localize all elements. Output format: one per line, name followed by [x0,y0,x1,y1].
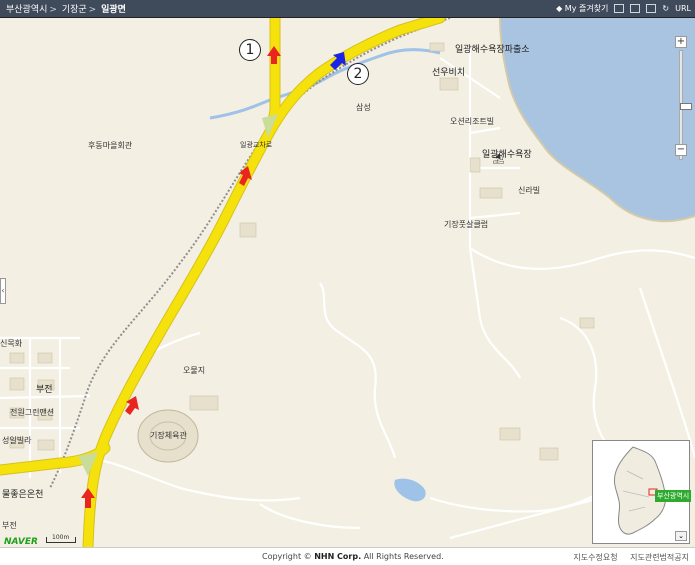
top-bar: 부산광역시 > 기장군 > 일광면 ◆ My 즐겨찾기 ↻ URL [0,0,695,18]
overview-minimap[interactable]: 부산광역시 ⌄ [592,440,692,544]
zoom-slider-handle[interactable] [680,103,692,110]
place-sinmokhwa[interactable]: 신목화 [0,338,22,349]
footer-links: 지도수정요청 지도관련법적공지 [563,552,689,563]
place-bujeon-1[interactable]: 부전 [36,382,53,395]
favorites-button[interactable]: ◆ My 즐겨찾기 [556,3,608,14]
place-oljji[interactable]: 오물지 [183,365,205,376]
legal-notice-link[interactable]: 지도관련법적공지 [630,553,689,562]
side-panel-toggle[interactable]: ‹ [0,278,6,304]
breadcrumb-item-busan[interactable]: 부산광역시 [6,5,47,15]
place-mulgoleun[interactable]: 물좋은온천 [2,487,43,500]
pond [394,478,426,502]
refresh-icon[interactable]: ↻ [662,4,669,13]
print-icon[interactable] [614,4,625,13]
place-seongil-villa[interactable]: 성일빌라 [2,435,31,446]
place-ocean-resort[interactable]: 오션리조트빌 [450,116,494,127]
toolbar: ◆ My 즐겨찾기 ↻ URL [556,2,691,15]
copyright-suffix: All Rights Reserved. [363,552,444,561]
company-name: NHN Corp. [314,552,362,561]
favorites-label: My 즐겨찾기 [564,4,609,13]
map-edit-request-link[interactable]: 지도수정요청 [573,553,617,562]
copyright-prefix: Copyright © [262,552,312,561]
place-gijang-sports-club[interactable]: 기장풋살클럽 [444,219,488,230]
footer: Copyright © NHN Corp. All Rights Reserve… [0,547,695,565]
naver-logo: NAVER [4,537,38,547]
place-jeonwon-green[interactable]: 전원그린맨션 [10,407,54,418]
zoom-control: + − [675,36,692,176]
place-bujeon-2[interactable]: 부전 [2,520,17,531]
breadcrumb-item-gijang[interactable]: 기장군 [62,5,87,15]
place-gijang-gym[interactable]: 기장체육관 [150,430,187,441]
place-ilgwang-beach[interactable]: 일광해수욕장 [482,147,532,160]
breadcrumb-item-ilgwang[interactable]: 일광면 [101,5,126,15]
minimap-toggle-button[interactable]: ⌄ [675,531,687,541]
save-icon[interactable] [630,4,641,13]
url-button[interactable]: URL [675,4,691,13]
route-marker-1[interactable]: 1 [239,39,261,61]
minimap-region-tag: 부산광역시 [655,490,692,502]
place-seonu-villa[interactable]: 선우비치 [432,65,465,78]
place-ilgwang-beach-police[interactable]: 일광해수욕장파출소 [455,42,530,55]
scale-label: 100m [52,534,70,541]
place-hudong-hall[interactable]: 후동마을회관 [88,140,132,151]
map-drawing: ⛱ [0,18,695,547]
place-ilgwang-ic[interactable]: 일광교차로 [240,140,272,150]
screen-icon[interactable] [646,4,657,13]
buildings [9,42,595,461]
copyright-text: Copyright © NHN Corp. All Rights Reserve… [262,552,444,561]
place-silla-villa[interactable]: 신라빌 [518,185,540,196]
breadcrumb-separator: > [88,5,97,15]
zoom-in-button[interactable]: + [675,36,687,48]
map-canvas[interactable]: ⛱ 1 2 일광해수욕장파출소 선우비치 삼성 오션리조트빌 일광해수욕장 신라… [0,18,695,547]
breadcrumb-separator: > [49,5,57,15]
place-samseong[interactable]: 삼성 [356,102,371,113]
breadcrumb: 부산광역시 > 기장군 > 일광면 [6,2,128,15]
zoom-out-button[interactable]: − [675,144,687,156]
route-marker-2[interactable]: 2 [347,63,369,85]
main-road-border [0,18,446,547]
